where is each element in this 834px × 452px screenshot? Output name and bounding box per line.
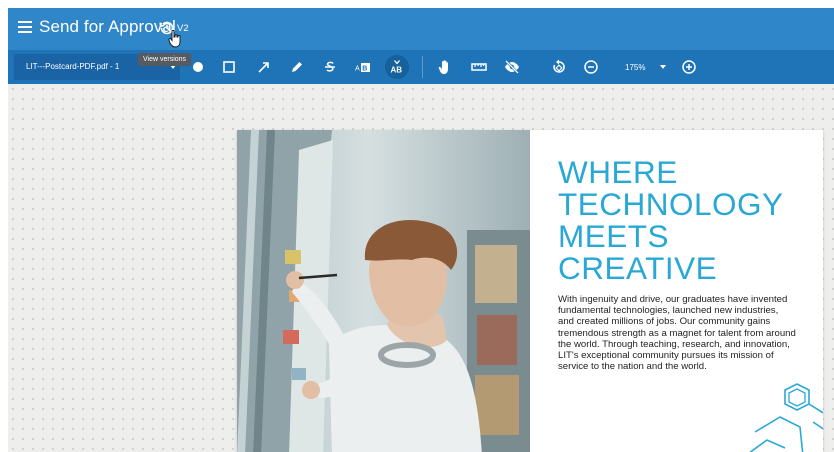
headline-line: TECHNOLOGY [558, 186, 784, 222]
zoom-dropdown-icon[interactable] [660, 65, 666, 69]
zoom-in-icon[interactable] [679, 57, 699, 77]
arrow-icon[interactable] [254, 57, 274, 77]
page-title: Send for Approval [39, 17, 176, 36]
toolbar-divider [422, 56, 423, 78]
document-page[interactable]: WHERE TECHNOLOGY MEETS CREATIVE With ing… [237, 130, 823, 452]
zoom-level[interactable]: 175% [625, 63, 645, 72]
hamburger-menu-icon[interactable] [18, 21, 32, 33]
file-select-value: LIT---Postcard-PDF.pdf - 1 [26, 62, 120, 71]
version-label[interactable]: V2 [177, 23, 189, 34]
ruler-icon[interactable] [469, 57, 489, 77]
view-versions-tooltip: View versions [138, 53, 192, 66]
strikethrough-icon[interactable] [320, 57, 340, 77]
rotate-icon[interactable] [549, 57, 569, 77]
replace-text-icon[interactable]: A B [353, 57, 373, 77]
svg-text:AB: AB [391, 66, 403, 75]
hide-annotations-icon[interactable] [502, 57, 522, 77]
app-window: Send for Approval V2 View versions LIT--… [8, 8, 834, 452]
svg-text:B: B [362, 66, 367, 73]
app-header: Send for Approval V2 [8, 8, 834, 50]
pan-hand-icon[interactable] [436, 57, 456, 77]
rectangle-icon[interactable] [219, 57, 239, 77]
headline-line: MEETS [558, 218, 670, 254]
document-canvas[interactable]: WHERE TECHNOLOGY MEETS CREATIVE With ing… [8, 84, 834, 452]
hexagon-logo [749, 383, 823, 452]
zoom-out-icon[interactable] [581, 57, 601, 77]
headline-line: WHERE [558, 154, 678, 190]
headline-line: CREATIVE [558, 250, 718, 286]
body-paragraph: With ingenuity and drive, our graduates … [558, 294, 796, 373]
annotation-toolbar: LIT---Postcard-PDF.pdf - 1 A B AB 175% [8, 50, 834, 84]
student-photo [237, 130, 530, 452]
headline: WHERE TECHNOLOGY MEETS CREATIVE [558, 156, 808, 284]
svg-text:A: A [355, 66, 360, 73]
pen-icon[interactable] [287, 57, 307, 77]
insert-text-icon[interactable]: AB [385, 55, 409, 79]
